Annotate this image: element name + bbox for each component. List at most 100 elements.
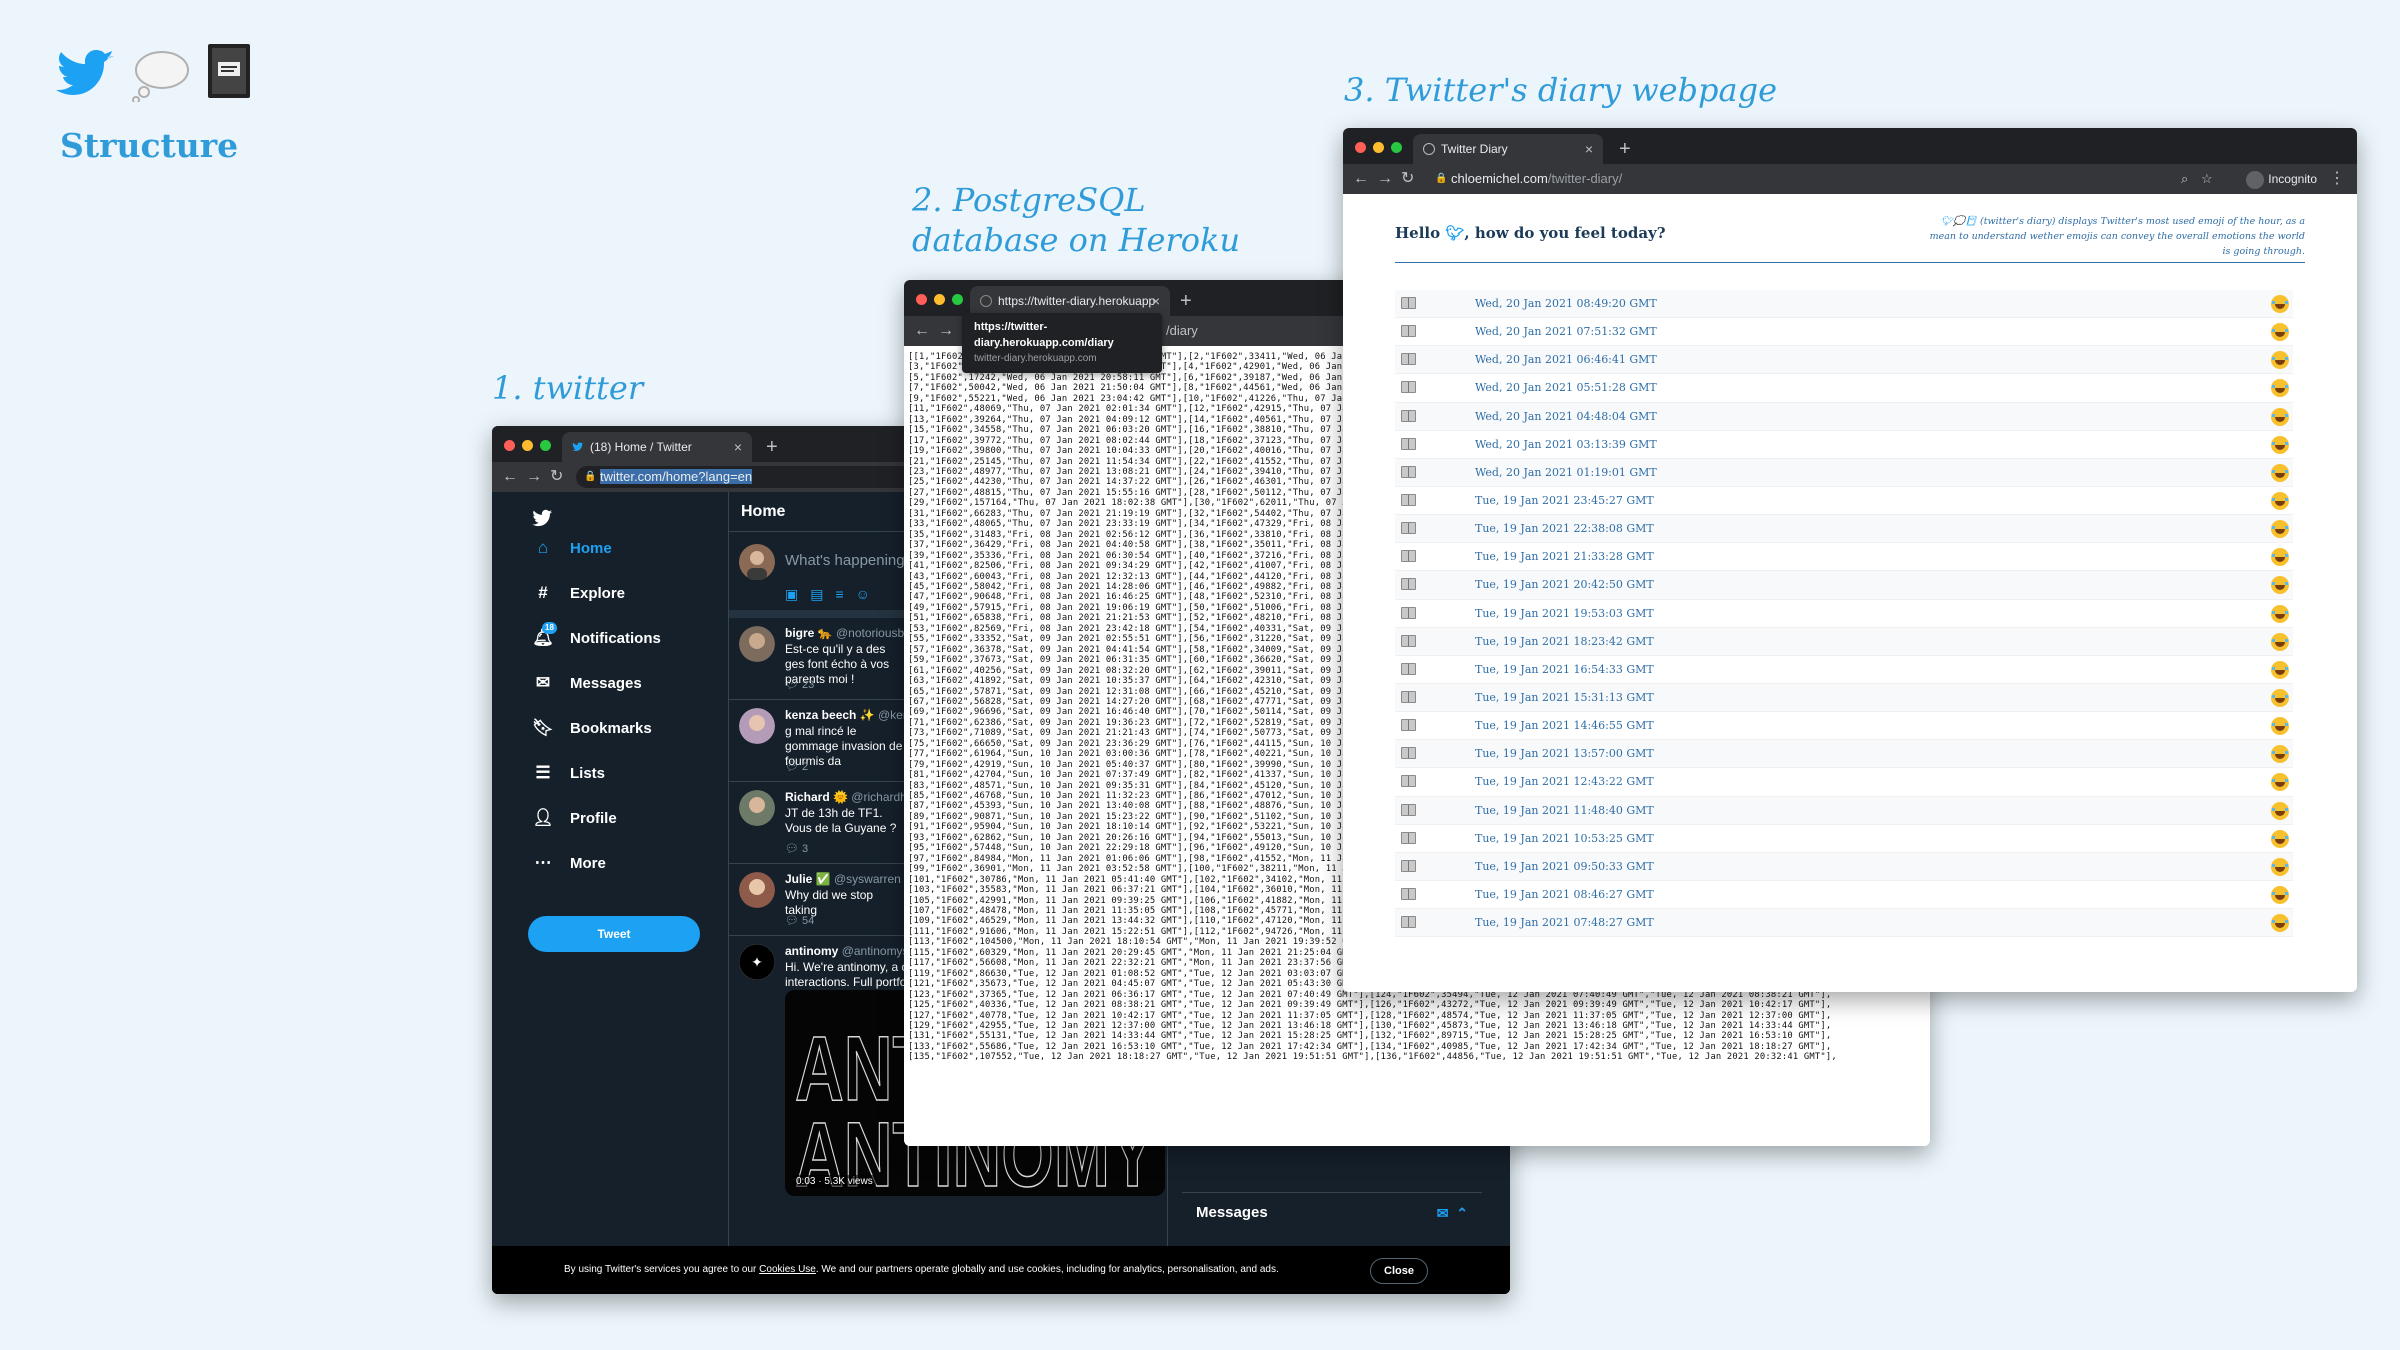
entry-timestamp[interactable]: Wed, 20 Jan 2021 04:48:04 GMT	[1475, 410, 1657, 423]
nav-item-profile[interactable]: 👤︎ Profile	[532, 802, 616, 834]
diary-entry-row[interactable]: Tue, 19 Jan 2021 19:53:03 GMT	[1395, 600, 2293, 628]
tab-twitter-diary[interactable]: Twitter Diary ×	[1413, 134, 1603, 164]
entry-timestamp[interactable]: Tue, 19 Jan 2021 11:48:40 GMT	[1475, 804, 1654, 817]
nav-item-messages[interactable]: ✉ Messages	[532, 667, 642, 699]
poll-icon[interactable]: ≡	[835, 586, 855, 602]
diary-entry-row[interactable]: Tue, 19 Jan 2021 15:31:13 GMT	[1395, 683, 2293, 713]
chevron-up-icon[interactable]: ⌃	[1456, 1205, 1468, 1221]
back-icon[interactable]: ←	[502, 466, 518, 488]
zoom-search-icon[interactable]: ⌕	[2181, 168, 2188, 190]
diary-entry-row[interactable]: Tue, 19 Jan 2021 09:50:33 GMT	[1395, 852, 2293, 881]
entry-timestamp[interactable]: Wed, 20 Jan 2021 01:19:01 GMT	[1475, 466, 1657, 479]
entry-timestamp[interactable]: Wed, 20 Jan 2021 07:51:32 GMT	[1475, 325, 1657, 338]
diary-entry-row[interactable]: Tue, 19 Jan 2021 22:38:08 GMT	[1395, 515, 2293, 544]
entry-timestamp[interactable]: Tue, 19 Jan 2021 10:53:25 GMT	[1475, 832, 1654, 845]
maximize-window-icon[interactable]	[952, 294, 963, 305]
entry-timestamp[interactable]: Tue, 19 Jan 2021 08:46:27 GMT	[1475, 888, 1654, 901]
maximize-window-icon[interactable]	[1391, 142, 1402, 153]
diary-entry-row[interactable]: Tue, 19 Jan 2021 11:48:40 GMT	[1395, 796, 2293, 825]
nav-item-notifications[interactable]: 🔔︎ 18 Notifications	[532, 622, 661, 654]
menu-kebab-icon[interactable]: ⋮	[2329, 168, 2345, 190]
entry-timestamp[interactable]: Wed, 20 Jan 2021 06:46:41 GMT	[1475, 353, 1657, 366]
emoji-icon[interactable]: ☺	[856, 586, 882, 602]
twitter-logo-icon[interactable]	[530, 506, 554, 530]
minimize-window-icon[interactable]	[934, 294, 945, 305]
gif-icon[interactable]: ▤	[810, 586, 835, 602]
close-window-icon[interactable]	[916, 294, 927, 305]
diary-entry-row[interactable]: Tue, 19 Jan 2021 07:48:27 GMT	[1395, 909, 2293, 938]
diary-entry-row[interactable]: Tue, 19 Jan 2021 12:43:22 GMT	[1395, 768, 2293, 797]
diary-entry-row[interactable]: Tue, 19 Jan 2021 10:53:25 GMT	[1395, 825, 2293, 853]
entry-timestamp[interactable]: Tue, 19 Jan 2021 15:31:13 GMT	[1475, 691, 1654, 704]
nav-item-bookmarks[interactable]: 🔖︎ Bookmarks	[532, 712, 652, 744]
star-icon[interactable]: ☆	[2201, 168, 2213, 190]
nav-item-explore[interactable]: # Explore	[532, 577, 625, 609]
entry-timestamp[interactable]: Tue, 19 Jan 2021 13:57:00 GMT	[1475, 747, 1654, 760]
reply-count[interactable]: 💬︎ 3	[785, 842, 808, 855]
forward-icon[interactable]: →	[1377, 168, 1393, 190]
close-tab-icon[interactable]: ×	[734, 432, 742, 462]
diary-entry-row[interactable]: Tue, 19 Jan 2021 14:46:55 GMT	[1395, 712, 2293, 741]
compose-placeholder[interactable]: What's happening	[785, 552, 905, 569]
diary-entry-row[interactable]: Tue, 19 Jan 2021 23:45:27 GMT	[1395, 487, 2293, 516]
diary-entry-row[interactable]: Tue, 19 Jan 2021 13:57:00 GMT	[1395, 740, 2293, 769]
image-icon[interactable]: ▣	[785, 586, 810, 602]
incognito-indicator[interactable]: Incognito	[2246, 168, 2317, 190]
reply-count[interactable]: 💬︎ 54	[785, 914, 814, 927]
forward-icon[interactable]: →	[526, 466, 542, 488]
entry-timestamp[interactable]: Tue, 19 Jan 2021 22:38:08 GMT	[1475, 522, 1654, 535]
entry-timestamp[interactable]: Tue, 19 Jan 2021 18:23:42 GMT	[1475, 635, 1654, 648]
diary-entry-row[interactable]: Tue, 19 Jan 2021 20:42:50 GMT	[1395, 571, 2293, 600]
entry-timestamp[interactable]: Tue, 19 Jan 2021 14:46:55 GMT	[1475, 719, 1654, 732]
close-tab-icon[interactable]: ×	[1585, 134, 1593, 164]
entry-timestamp[interactable]: Wed, 20 Jan 2021 03:13:39 GMT	[1475, 438, 1657, 451]
diary-entry-row[interactable]: Wed, 20 Jan 2021 08:49:20 GMT	[1395, 290, 2293, 319]
diary-entry-row[interactable]: Wed, 20 Jan 2021 05:51:28 GMT	[1395, 374, 2293, 403]
url-input[interactable]: 🔒 twitter.com/home?lang=en	[576, 466, 936, 488]
tweet-button[interactable]: Tweet	[528, 916, 700, 952]
forward-icon[interactable]: →	[938, 320, 954, 342]
close-tab-icon[interactable]: ×	[1152, 286, 1160, 316]
diary-entry-row[interactable]: Wed, 20 Jan 2021 07:51:32 GMT	[1395, 318, 2293, 347]
entry-timestamp[interactable]: Wed, 20 Jan 2021 08:49:20 GMT	[1475, 297, 1657, 310]
diary-entry-row[interactable]: Wed, 20 Jan 2021 06:46:41 GMT	[1395, 346, 2293, 375]
close-button[interactable]: Close	[1370, 1258, 1428, 1284]
back-icon[interactable]: ←	[1353, 168, 1369, 190]
entry-timestamp[interactable]: Wed, 20 Jan 2021 05:51:28 GMT	[1475, 381, 1657, 394]
nav-item-more[interactable]: ⋯ More	[532, 847, 606, 879]
diary-entry-row[interactable]: Wed, 20 Jan 2021 04:48:04 GMT	[1395, 402, 2293, 431]
reply-count[interactable]: 💬︎ 23	[785, 678, 814, 691]
maximize-window-icon[interactable]	[540, 440, 551, 451]
new-tab-icon[interactable]: +	[766, 432, 778, 462]
back-icon[interactable]: ←	[914, 320, 930, 342]
messages-drawer[interactable]: Messages ✉ ⌃	[1182, 1192, 1482, 1232]
entry-timestamp[interactable]: Tue, 19 Jan 2021 09:50:33 GMT	[1475, 860, 1654, 873]
diary-entry-row[interactable]: Tue, 19 Jan 2021 21:33:28 GMT	[1395, 543, 2293, 572]
entry-timestamp[interactable]: Tue, 19 Jan 2021 21:33:28 GMT	[1475, 550, 1654, 563]
tab-heroku-diary[interactable]: https://twitter-diary.herokuapp ×	[970, 286, 1170, 316]
reload-icon[interactable]: ↻	[550, 466, 563, 488]
minimize-window-icon[interactable]	[522, 440, 533, 451]
diary-entry-row[interactable]: Wed, 20 Jan 2021 01:19:01 GMT	[1395, 458, 2293, 487]
entry-timestamp[interactable]: Tue, 19 Jan 2021 20:42:50 GMT	[1475, 578, 1654, 591]
close-window-icon[interactable]	[1355, 142, 1366, 153]
diary-entry-row[interactable]: Tue, 19 Jan 2021 16:54:33 GMT	[1395, 656, 2293, 684]
entry-timestamp[interactable]: Tue, 19 Jan 2021 23:45:27 GMT	[1475, 494, 1654, 507]
nav-item-lists[interactable]: ☰ Lists	[532, 757, 605, 789]
minimize-window-icon[interactable]	[1373, 142, 1384, 153]
cookie-link[interactable]: Cookies Use	[759, 1264, 816, 1275]
entry-timestamp[interactable]: Tue, 19 Jan 2021 19:53:03 GMT	[1475, 607, 1654, 620]
url-input[interactable]: 🔒 chloemichel.com/twitter-diary/	[1427, 168, 2217, 190]
entry-timestamp[interactable]: Tue, 19 Jan 2021 12:43:22 GMT	[1475, 775, 1654, 788]
entry-timestamp[interactable]: Tue, 19 Jan 2021 16:54:33 GMT	[1475, 663, 1654, 676]
entry-timestamp[interactable]: Tue, 19 Jan 2021 07:48:27 GMT	[1475, 916, 1654, 929]
tab-twitter-home[interactable]: (18) Home / Twitter ×	[562, 432, 752, 462]
new-tab-icon[interactable]: +	[1619, 134, 1631, 164]
diary-entry-row[interactable]: Tue, 19 Jan 2021 08:46:27 GMT	[1395, 881, 2293, 910]
diary-entry-row[interactable]: Tue, 19 Jan 2021 18:23:42 GMT	[1395, 627, 2293, 656]
nav-item-home[interactable]: ⌂ Home	[532, 532, 612, 564]
diary-entry-row[interactable]: Wed, 20 Jan 2021 03:13:39 GMT	[1395, 431, 2293, 459]
reload-icon[interactable]: ↻	[1401, 168, 1414, 190]
close-window-icon[interactable]	[504, 440, 515, 451]
new-tab-icon[interactable]: +	[1180, 286, 1192, 316]
